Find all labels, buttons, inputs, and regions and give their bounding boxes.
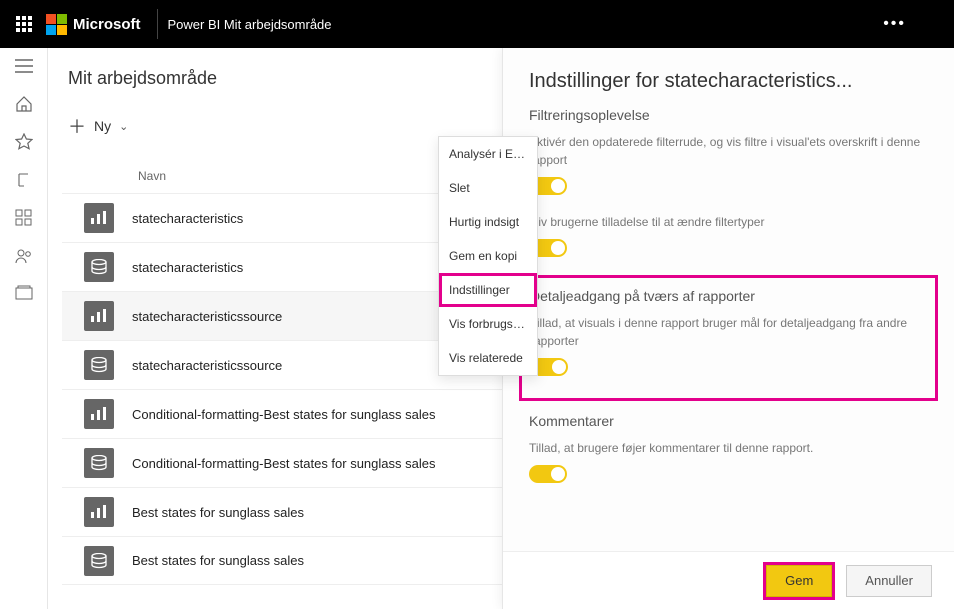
filter-toggle2-label: Giv brugerne tilladelse til at ændre fil… [529,213,928,231]
item-name: Conditional-formatting-Best states for s… [132,407,435,422]
context-menu-item[interactable]: Indstillinger [439,273,537,307]
item-name: Conditional-formatting-Best states for s… [132,456,435,471]
context-menu-item[interactable]: Vis relaterede [439,341,537,375]
item-name: statecharacteristicssource [132,309,282,324]
dataset-icon [84,252,114,282]
comments-toggle[interactable] [529,465,567,483]
dataset-icon [84,448,114,478]
item-name: statecharacteristics [132,260,243,275]
item-name: statecharacteristicssource [132,358,282,373]
recent-icon [16,172,32,188]
item-name: Best states for sunglass sales [132,505,304,520]
item-context-menu: Analysér i ExcelSletHurtig indsigtGem en… [438,136,538,376]
nav-favorites[interactable] [14,132,34,152]
context-menu-item[interactable]: Hurtig indsigt [439,205,537,239]
dataset-icon [84,546,114,576]
nav-home[interactable] [14,94,34,114]
context-menu-item[interactable]: Slet [439,171,537,205]
product-breadcrumb: Power BI Mit arbejdsområde [168,17,332,32]
workspaces-icon [15,285,33,303]
nav-workspaces[interactable] [14,284,34,304]
settings-panel-footer: Gem Annuller [503,551,954,609]
context-menu-item[interactable]: Gem en kopi [439,239,537,273]
people-icon [15,247,33,265]
cancel-button-label: Annuller [865,573,913,588]
topbar-divider [157,9,158,39]
settings-panel-title: Indstillinger for statecharacteristics..… [529,70,928,93]
context-menu-item[interactable]: Analysér i Excel [439,137,537,171]
filter-toggle1-label: Aktivér den opdaterede filterrude, og vi… [529,133,928,169]
star-icon [15,133,33,151]
microsoft-logo: Microsoft [46,14,141,35]
nav-shared[interactable] [14,246,34,266]
dataset-icon [84,350,114,380]
nav-collapse-button[interactable] [14,56,34,76]
save-button[interactable]: Gem [766,565,832,597]
report-icon [84,203,114,233]
filter-section-title: Filtreringsoplevelse [529,107,928,123]
app-launcher-button[interactable] [8,8,40,40]
cancel-button[interactable]: Annuller [846,565,932,597]
nav-apps[interactable] [14,208,34,228]
report-icon [84,399,114,429]
waffle-icon [16,16,32,32]
save-button-label: Gem [785,573,813,588]
hamburger-icon [15,59,33,73]
chevron-down-icon: ⌄ [119,120,128,133]
report-icon [84,301,114,331]
plus-icon: ＋ [68,113,86,139]
settings-panel: Indstillinger for statecharacteristics..… [502,48,954,609]
context-menu-item[interactable]: Vis forbrugsdata [439,307,537,341]
microsoft-logo-icon [46,14,67,35]
report-icon [84,497,114,527]
nav-recent[interactable] [14,170,34,190]
comments-toggle-label: Tillad, at brugere føjer kommentarer til… [529,439,928,457]
microsoft-brand-text: Microsoft [73,16,141,33]
apps-icon [15,209,33,227]
item-name: Best states for sunglass sales [132,553,304,568]
drill-toggle-label: Tillad, at visuals i denne rapport bruge… [530,314,927,350]
item-name: statecharacteristics [132,211,243,226]
comments-section-title: Kommentarer [529,413,928,429]
new-item-label: Ny [94,118,111,134]
left-nav-rail [0,48,48,609]
global-topbar: Microsoft Power BI Mit arbejdsområde ••• [0,0,954,48]
topbar-more-button[interactable]: ••• [883,15,906,33]
home-icon [15,95,33,113]
drill-section-title: Detaljeadgang på tværs af rapporter [530,288,927,304]
cross-report-drill-section: Detaljeadgang på tværs af rapporter Till… [519,275,938,401]
